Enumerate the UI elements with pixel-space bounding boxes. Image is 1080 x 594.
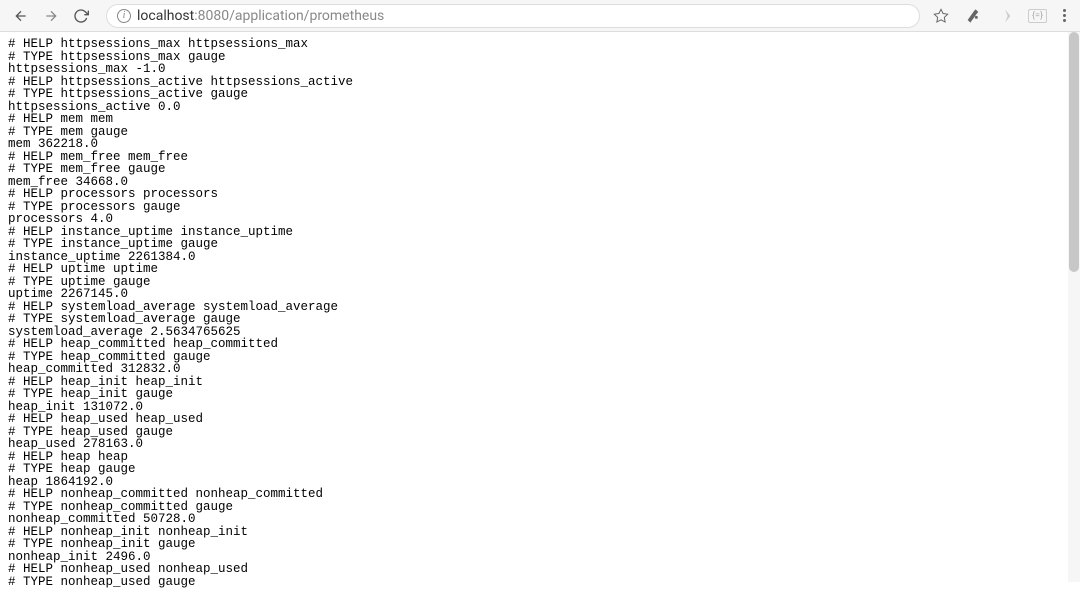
extension-bracket-icon[interactable] <box>996 7 1014 25</box>
forward-button[interactable] <box>38 3 64 29</box>
bookmark-star-icon[interactable] <box>932 7 950 25</box>
address-bar[interactable]: i localhost:8080/application/prometheus <box>106 4 920 28</box>
menu-button[interactable] <box>1061 7 1068 24</box>
browser-toolbar: i localhost:8080/application/prometheus … <box>0 0 1080 32</box>
extension-postman-icon[interactable] <box>964 7 982 25</box>
page-content: # HELP httpsessions_max httpsessions_max… <box>0 32 1080 594</box>
site-info-icon[interactable]: i <box>117 9 131 23</box>
toolbar-right: {=} <box>932 7 1072 25</box>
url-text: localhost:8080/application/prometheus <box>137 8 384 24</box>
extension-badge[interactable]: {=} <box>1028 9 1047 23</box>
back-button[interactable] <box>8 3 34 29</box>
scrollbar-thumb[interactable] <box>1069 32 1079 272</box>
vertical-scrollbar[interactable] <box>1068 32 1080 582</box>
reload-button[interactable] <box>68 3 94 29</box>
